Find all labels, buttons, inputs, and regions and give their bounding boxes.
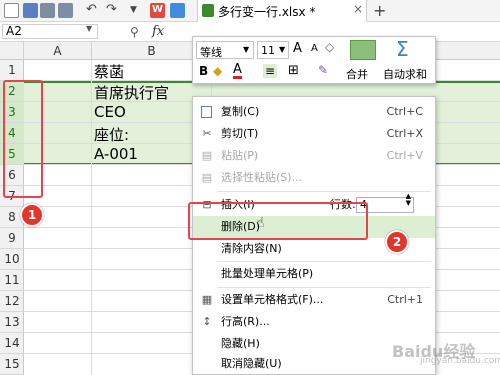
redo-icon[interactable]: ↷ (106, 3, 121, 18)
save-icon[interactable] (23, 3, 38, 18)
menu-item-label: 行高(R)... (221, 315, 270, 328)
delete-annotation (188, 202, 368, 240)
fx-icon[interactable]: fx (152, 24, 164, 39)
menu-item-shortcut: Ctrl+C (386, 105, 423, 118)
watermark-url: jingyan.baidu.com (420, 356, 500, 366)
stepper-arrows-icon[interactable]: ▲ ▼ (406, 193, 411, 207)
mini-toolbar: 等线 ▼ 11 ▼ A A ◇ B ◆ A ≡ ⊞ ✎ 合并 Σ 自动求和 (192, 36, 436, 84)
close-tab-icon[interactable]: × (353, 2, 363, 16)
menu-item-label: 批量处理单元格(P) (221, 267, 314, 280)
cube-icon[interactable] (170, 3, 185, 18)
row-header-15[interactable]: 15 (0, 354, 24, 375)
dropdown-icon[interactable]: ▼ (130, 3, 145, 18)
scissors-icon: ✂ (202, 127, 212, 140)
menu-item-label: 隐藏(H) (221, 337, 260, 350)
align-center-icon[interactable]: ≡ (263, 64, 278, 78)
autosum-button[interactable]: 自动求和 (383, 66, 427, 82)
select-all-corner[interactable] (0, 42, 24, 60)
bold-button[interactable]: B (199, 64, 208, 78)
row-header-12[interactable]: 12 (0, 291, 24, 312)
border-icon[interactable]: ⊞ (288, 63, 299, 78)
format-painter-icon[interactable]: ✎ (318, 63, 328, 77)
font-color-button[interactable]: A (233, 63, 242, 79)
cell-b2[interactable]: 首席执行官 (94, 82, 169, 103)
menu-item-shortcut: Ctrl+V (386, 149, 423, 162)
font-name-value: 等线 (200, 46, 222, 59)
menu-item-label: 复制(C) (221, 105, 260, 118)
shrink-font-icon[interactable]: A (311, 43, 318, 54)
row-header-14[interactable]: 14 (0, 333, 24, 354)
grow-font-icon[interactable]: A (293, 41, 302, 56)
menu-item-paste-special[interactable]: ▤ 选择性粘贴(S)... (193, 167, 435, 189)
menu-item-label: 选择性粘贴(S)... (221, 171, 303, 184)
quick-access-toolbar: ↶ ↷ ▼ W 多行变一行.xlsx * × + (0, 0, 500, 22)
mouse-cursor-icon: ☝ (256, 215, 265, 231)
row-header-1[interactable]: 1 (0, 60, 24, 81)
row-selection-annotation (3, 80, 43, 198)
menu-item-shortcut: Ctrl+1 (387, 293, 423, 306)
spreadsheet-file-icon (202, 4, 214, 17)
fill-color-icon[interactable]: ◆ (213, 64, 222, 78)
print-icon[interactable] (40, 3, 55, 18)
cell-b4[interactable]: 座位: (94, 124, 129, 145)
print-preview-icon[interactable] (58, 3, 73, 18)
paste-special-icon: ▤ (201, 171, 213, 184)
menu-item-batch-process[interactable]: 批量处理单元格(P) (193, 263, 435, 285)
row-height-icon: ↕ (202, 315, 212, 328)
autosum-icon[interactable]: Σ (396, 37, 409, 61)
menu-item-paste[interactable]: ▤ 粘贴(P) Ctrl+V (193, 145, 435, 167)
chevron-down-icon[interactable]: ▼ (86, 24, 92, 33)
menu-item-label: 剪切(T) (221, 127, 259, 140)
row-header-13[interactable]: 13 (0, 312, 24, 333)
document-tab[interactable]: 多行变一行.xlsx * × (197, 0, 367, 22)
row-header-10[interactable]: 10 (0, 249, 24, 270)
name-box[interactable]: A2 (2, 24, 98, 39)
menu-item-shortcut: Ctrl+X (386, 127, 423, 140)
font-size-select[interactable]: 11 ▼ (257, 41, 289, 59)
menu-item-label: 取消隐藏(U) (221, 357, 282, 370)
menu-item-cut[interactable]: ✂ 剪切(T) Ctrl+X (193, 123, 435, 145)
cell-b1[interactable]: 蔡菡 (94, 61, 124, 82)
new-tab-button[interactable]: + (373, 1, 386, 20)
step-badge-2: 2 (385, 230, 409, 254)
merge-icon[interactable] (350, 40, 376, 60)
document-icon[interactable] (4, 3, 19, 18)
font-size-value: 11 (261, 44, 275, 57)
cell-b5[interactable]: A-001 (94, 145, 138, 163)
chevron-down-icon: ▼ (243, 45, 250, 54)
format-cells-icon: ▦ (201, 293, 213, 306)
menu-item-label: 设置单元格格式(F)... (221, 293, 324, 306)
cell-b3[interactable]: CEO (94, 103, 126, 121)
menu-item-format-cells[interactable]: ▦ 设置单元格格式(F)... Ctrl+1 (193, 289, 435, 311)
wps-logo-icon[interactable]: W (150, 3, 165, 18)
row-header-11[interactable]: 11 (0, 270, 24, 291)
menu-item-copy[interactable]: 复制(C) Ctrl+C (193, 101, 435, 123)
paste-icon: ▤ (201, 149, 213, 162)
clear-format-icon[interactable]: ◇ (325, 40, 334, 54)
zoom-icon[interactable]: ⚲ (130, 25, 139, 39)
document-tab-title: 多行变一行.xlsx * (218, 5, 316, 19)
column-header-a[interactable]: A (24, 42, 92, 60)
merge-button[interactable]: 合并 (346, 66, 368, 82)
undo-icon[interactable]: ↶ (86, 3, 101, 18)
copy-icon (201, 106, 212, 118)
row-header-9[interactable]: 9 (0, 228, 24, 249)
chevron-down-icon: ▼ (279, 45, 286, 54)
font-name-select[interactable]: 等线 ▼ (196, 41, 254, 59)
menu-item-row-height[interactable]: ↕ 行高(R)... (193, 311, 435, 333)
menu-item-label: 粘贴(P) (221, 149, 259, 162)
step-badge-1: 1 (20, 203, 44, 227)
menu-item-label: 清除内容(N) (221, 242, 282, 255)
